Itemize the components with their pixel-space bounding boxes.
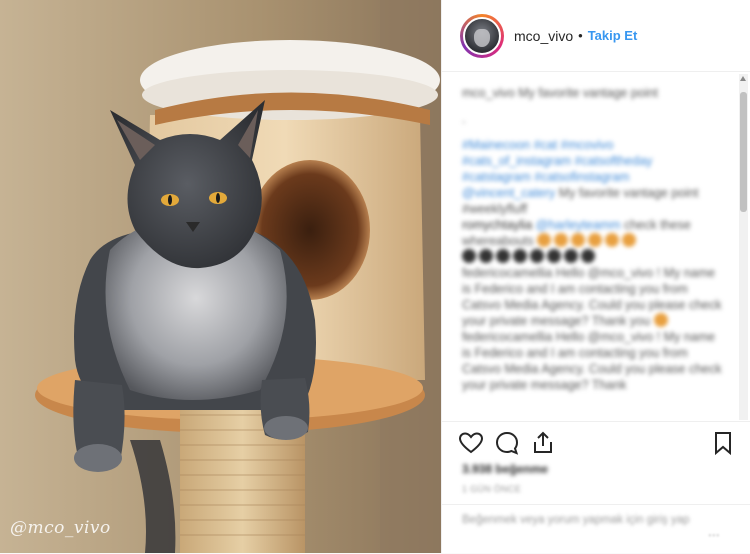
post-timestamp: 1 GÜN ÖNCE (462, 484, 522, 494)
post-header: mco_vivo • Takip Et (442, 0, 750, 72)
comment-item (462, 249, 724, 265)
post-modal: @mco_vivo mco_vivo • Takip Et mco_vivo M… (0, 0, 750, 553)
more-options-icon[interactable]: ... (708, 523, 720, 539)
post-side-panel: mco_vivo • Takip Et mco_vivo My favorite… (441, 0, 750, 553)
heart-icon[interactable] (458, 430, 484, 456)
comment-item: romychtaylia @harleyteamm check these wh… (462, 218, 691, 248)
caption: mco_vivo My favorite vantage point (462, 86, 658, 100)
follow-button[interactable]: Takip Et (588, 28, 638, 43)
separator-dot: • (578, 28, 583, 43)
bookmark-icon[interactable] (710, 430, 736, 456)
cat-photo-illustration (0, 0, 441, 553)
avatar[interactable] (463, 16, 501, 55)
avatar-story-ring[interactable] (460, 13, 504, 58)
comments-scrollbar[interactable] (739, 74, 748, 420)
comment-item: . (462, 112, 466, 126)
comment-item: federicocamellia Hello @mco_vivo ! My na… (462, 266, 722, 328)
comment-item: federicocamellia Hello @mco_vivo ! My na… (462, 330, 722, 392)
post-photo[interactable]: @mco_vivo (0, 0, 441, 553)
likes-count[interactable]: 3.938 beğenme (462, 462, 548, 476)
comment-icon[interactable] (494, 430, 520, 456)
scrollbar-thumb[interactable] (740, 92, 747, 212)
post-actions: 3.938 beğenme 1 GÜN ÖNCE Beğenmek veya y… (442, 421, 750, 553)
add-comment-section: Beğenmek veya yorum yapmak için giriş ya… (442, 504, 750, 554)
login-to-comment-text[interactable]: Beğenmek veya yorum yapmak için giriş ya… (462, 513, 700, 528)
action-bar (458, 430, 738, 456)
comments-list[interactable]: mco_vivo My favorite vantage point . #Ma… (442, 73, 738, 420)
username-link[interactable]: mco_vivo (514, 28, 573, 44)
photo-watermark: @mco_vivo (10, 518, 111, 538)
comment-item: @vincent_catery My favorite vantage poin… (462, 186, 699, 216)
hashtags[interactable]: #Mainecoon #cat #mcovivo #cats_of_instag… (462, 137, 724, 185)
scroll-up-arrow-icon[interactable] (740, 76, 746, 81)
share-icon[interactable] (530, 430, 556, 456)
